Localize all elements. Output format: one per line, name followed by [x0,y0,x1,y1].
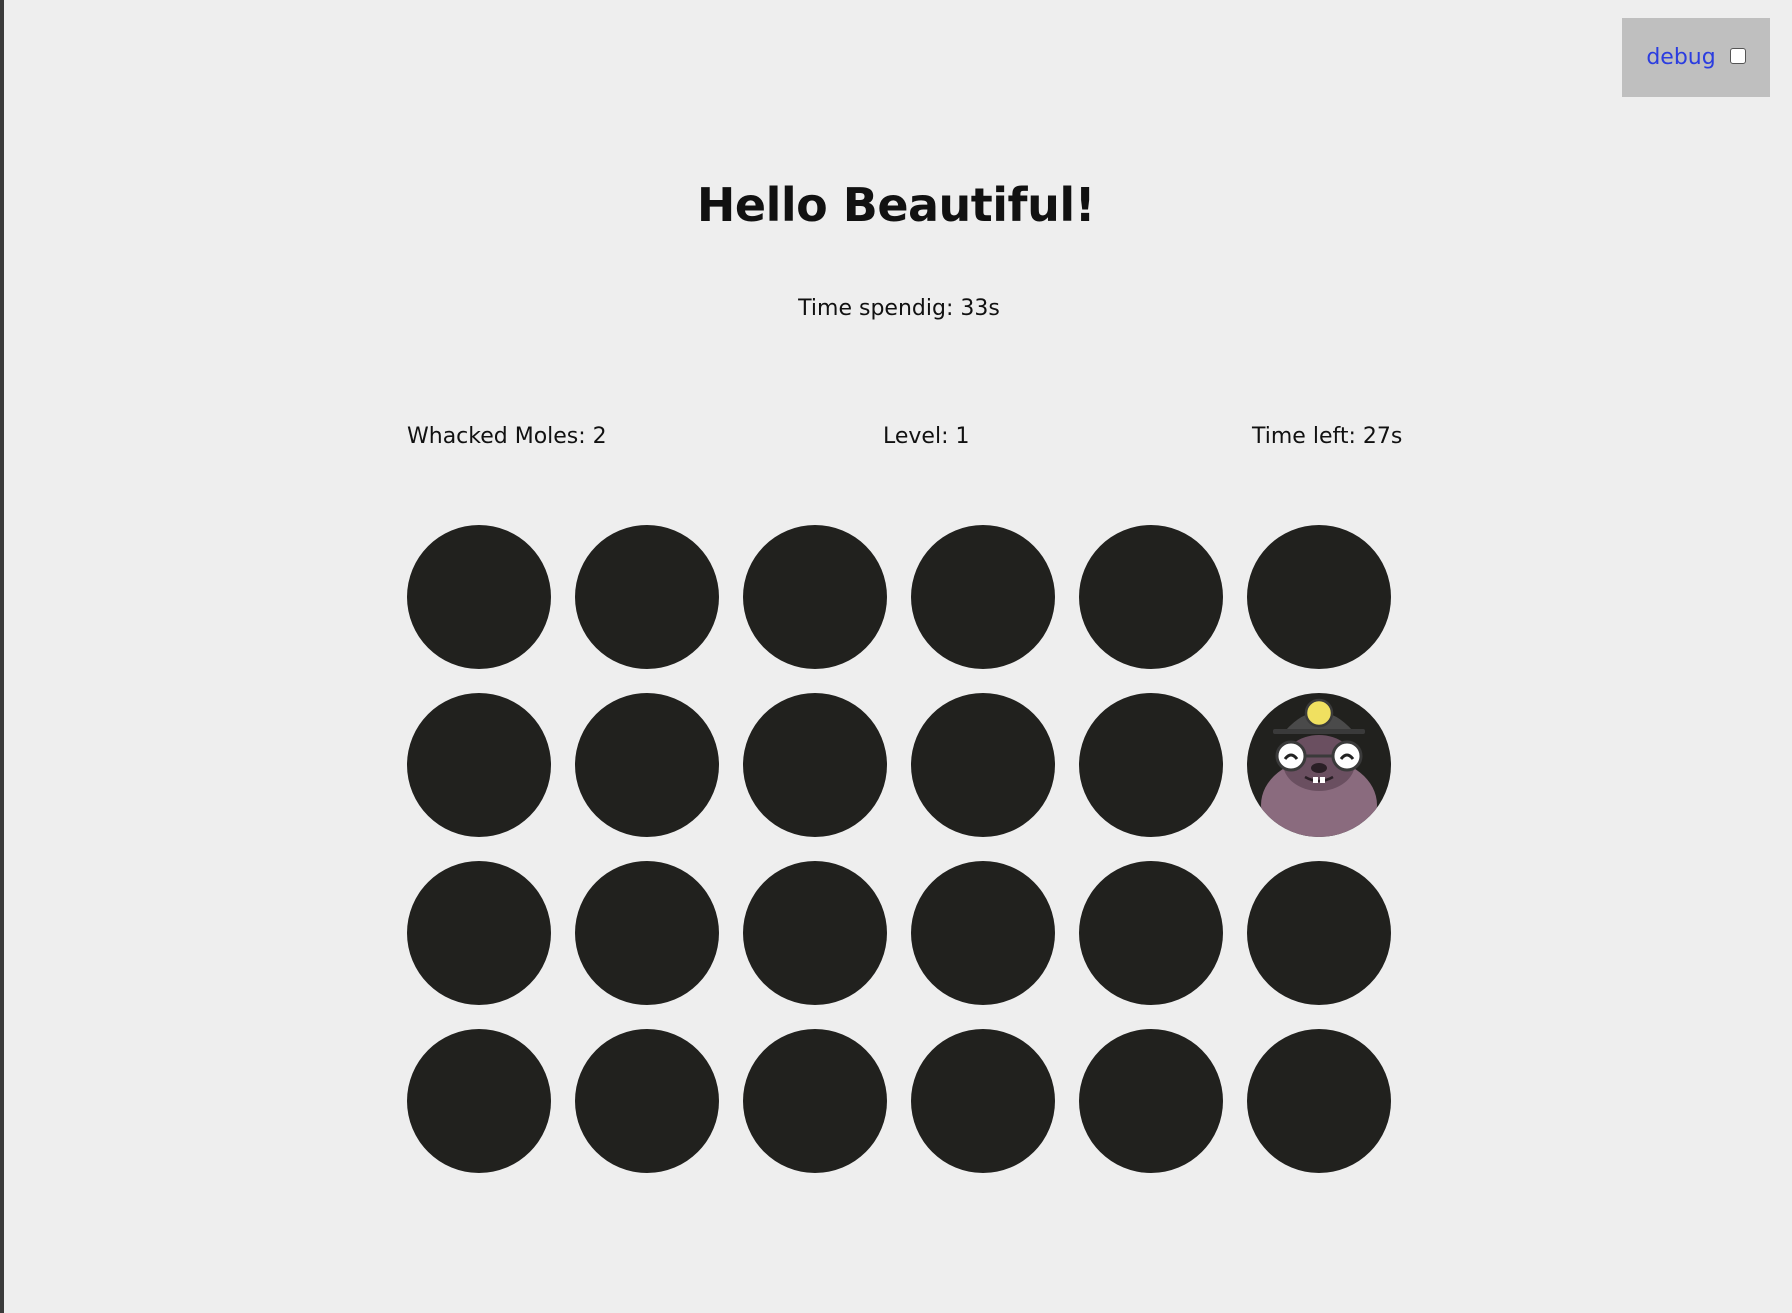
mole-hole[interactable] [407,525,551,669]
mole-hole[interactable] [911,861,1055,1005]
mole-hole[interactable] [911,1029,1055,1173]
page-title: Hello Beautiful! [696,178,1096,232]
mole-hole[interactable] [743,693,887,837]
debug-panel: debug [1622,18,1770,97]
mole-hole[interactable] [1247,1029,1391,1173]
mole-hole[interactable] [743,1029,887,1173]
mole-hole[interactable] [1079,693,1223,837]
mole-hole[interactable] [743,861,887,1005]
mole-hole[interactable] [575,861,719,1005]
mole-hole[interactable] [1079,861,1223,1005]
time-spending: Time spendig: 33s [798,296,1000,321]
mole-hole[interactable] [407,1029,551,1173]
debug-checkbox[interactable] [1729,47,1746,64]
mole-hole[interactable] [1247,861,1391,1005]
mole-hole[interactable] [407,693,551,837]
mole-hole[interactable] [575,525,719,669]
mole-hole[interactable] [407,861,551,1005]
mole-hole-with-mole[interactable] [1247,693,1391,837]
mole-hole[interactable] [911,525,1055,669]
mole-hole[interactable] [575,1029,719,1173]
time-left: Time left: 27s [1252,424,1403,449]
whacked-moles-count: Whacked Moles: 2 [407,424,607,449]
mole-hole[interactable] [911,693,1055,837]
game-board [407,525,1391,1173]
mole-icon[interactable] [1247,693,1391,837]
level-indicator: Level: 1 [883,424,970,449]
debug-label[interactable]: debug [1646,45,1715,70]
mole-hole[interactable] [1079,1029,1223,1173]
mole-hole[interactable] [1079,525,1223,669]
mole-hole[interactable] [1247,525,1391,669]
mole-hole[interactable] [575,693,719,837]
mole-hole[interactable] [743,525,887,669]
